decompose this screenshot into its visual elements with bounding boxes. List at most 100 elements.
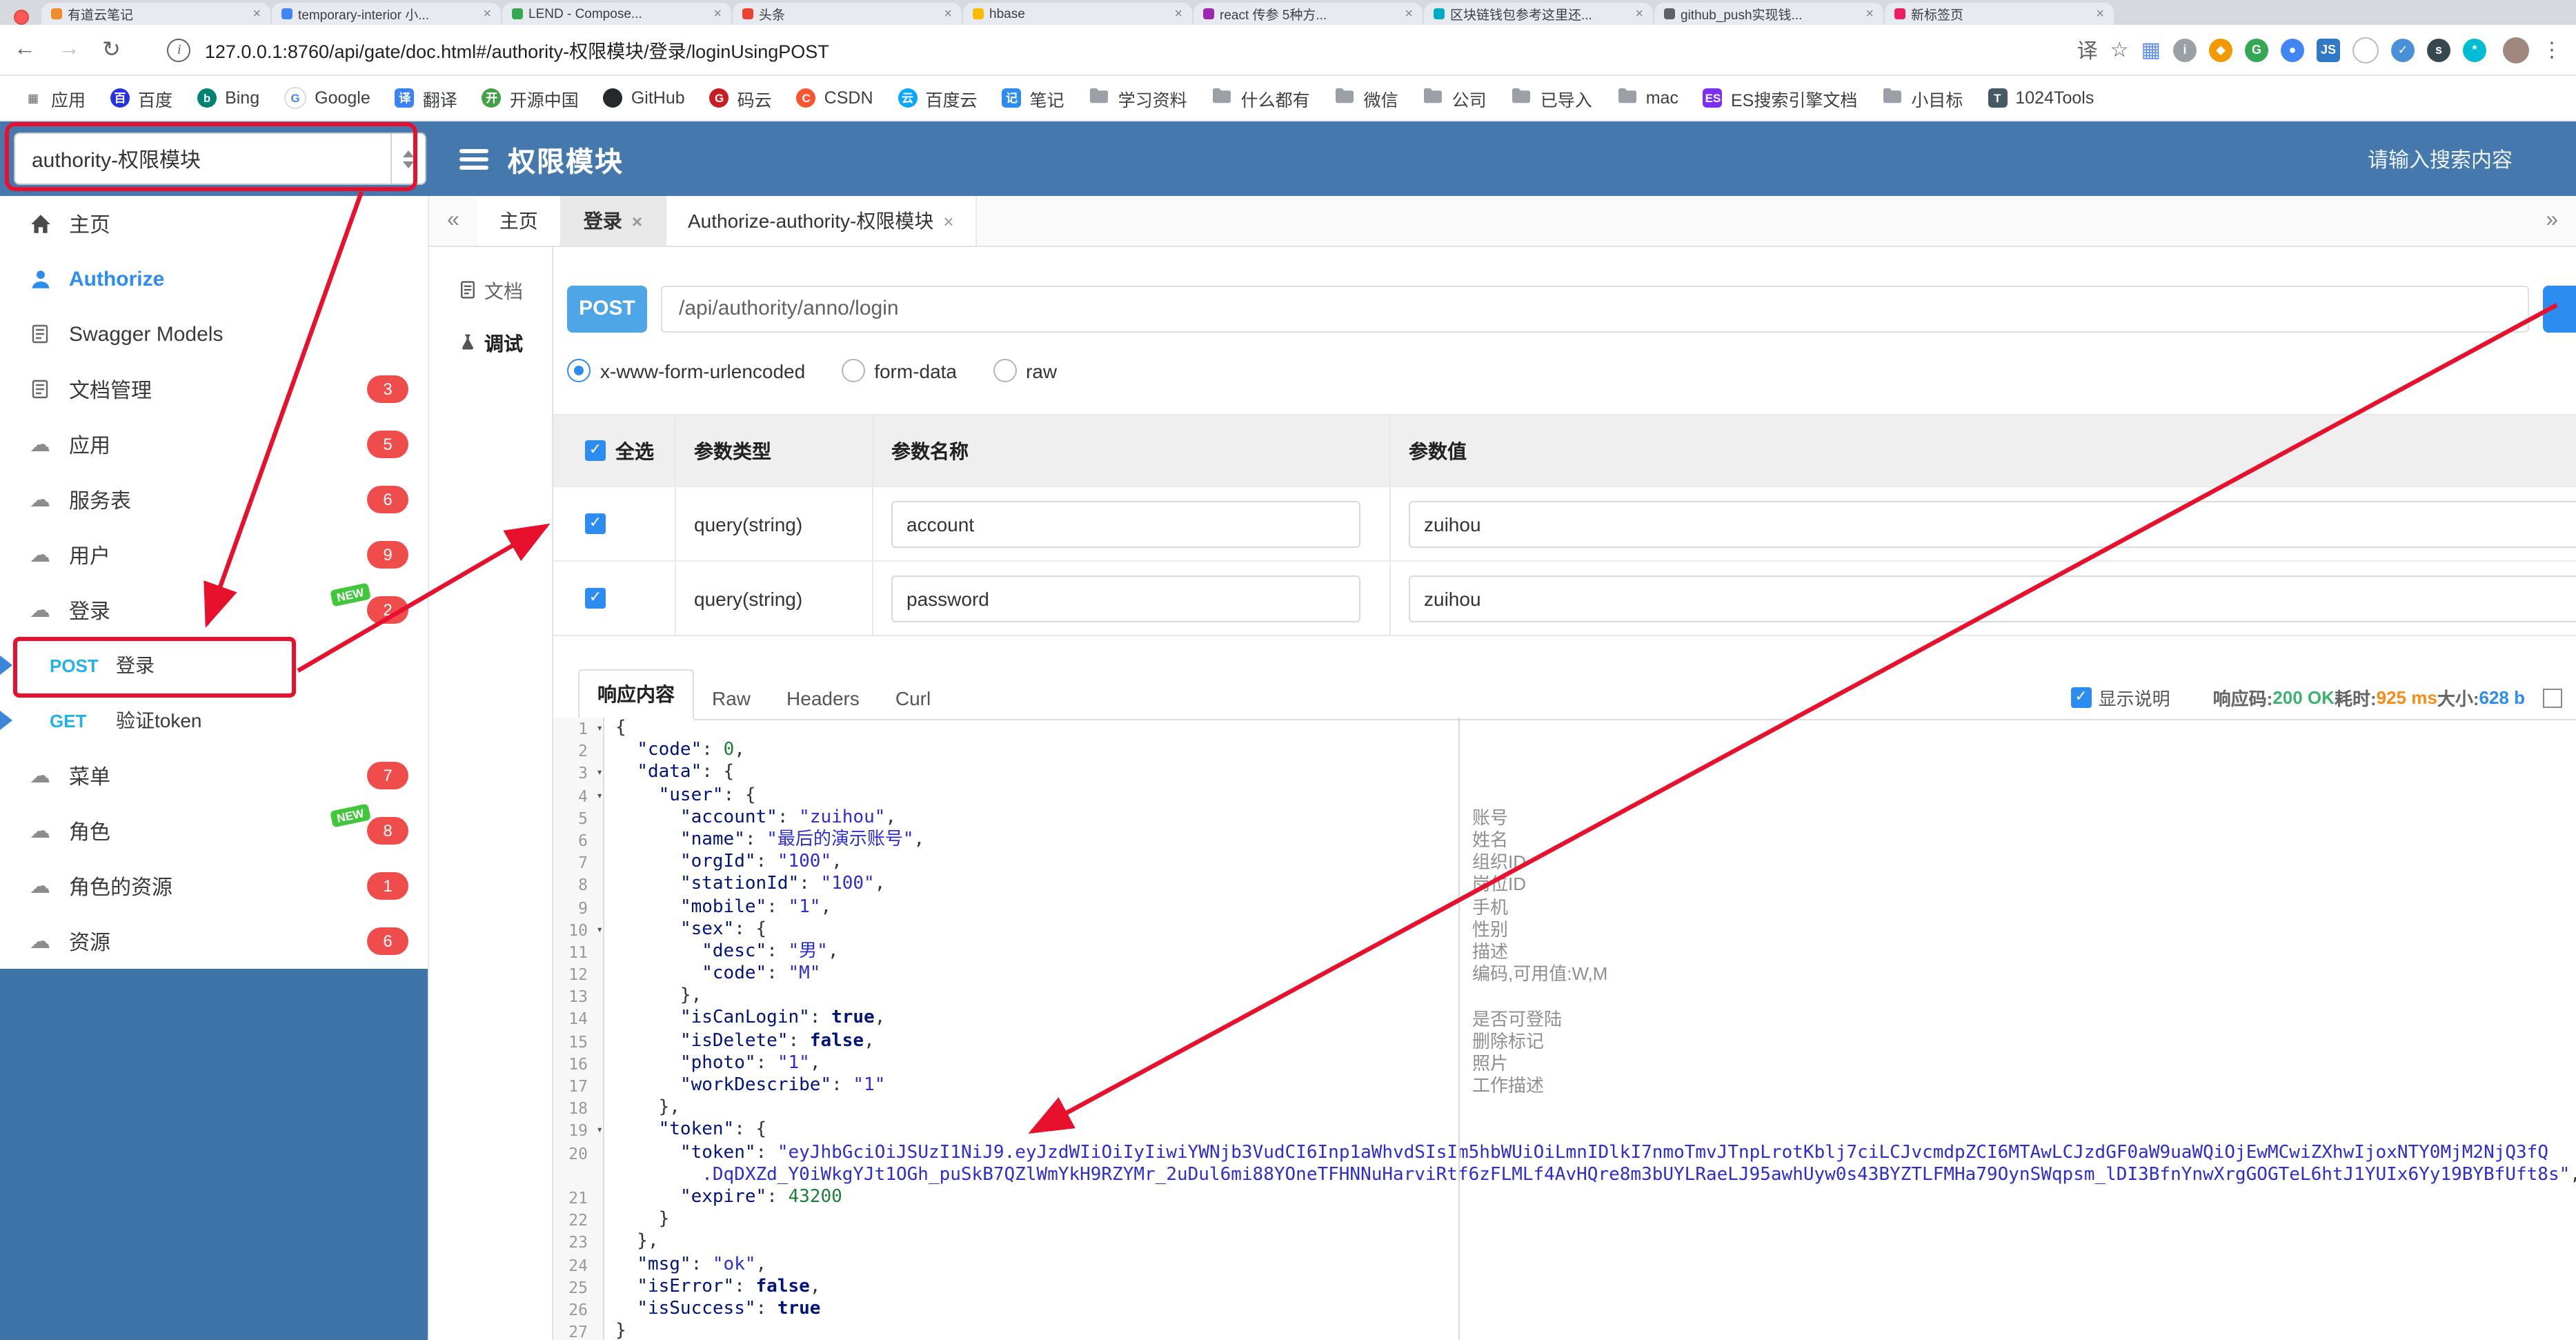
browser-menu-icon[interactable]: ⋮	[2542, 37, 2562, 62]
browser-tab[interactable]: 有道云笔记 ×	[41, 3, 270, 25]
extension-chrome-icon[interactable]: G	[2245, 38, 2268, 61]
fullscreen-icon[interactable]	[2543, 688, 2562, 707]
extension-site-icon[interactable]: s	[2427, 38, 2450, 61]
bookmark-item[interactable]: 开开源中国	[470, 85, 591, 111]
bookmark-item[interactable]: C CSDN	[784, 88, 886, 108]
browser-tab[interactable]: LEND - Compose... ×	[502, 3, 731, 25]
browser-tab[interactable]: 头条 ×	[733, 3, 962, 25]
browser-tab[interactable]: 区块链钱包参考这里还... ×	[1424, 3, 1653, 25]
show-desc-checkbox[interactable]: ✓	[2070, 687, 2092, 708]
browser-tab[interactable]: 新标签页 ×	[1885, 3, 2114, 25]
browser-tab[interactable]: github_push实现钱... ×	[1654, 3, 1883, 25]
bookmark-item[interactable]: 云百度云	[886, 85, 990, 111]
profile-avatar[interactable]	[2503, 37, 2529, 63]
param-name-input[interactable]	[891, 500, 1360, 547]
sidebar-item[interactable]: 文档管理 3	[0, 362, 428, 417]
back-icon[interactable]: ←	[14, 37, 36, 62]
url-text[interactable]: 127.0.0.1:8760/api/gate/doc.html#/author…	[205, 36, 2061, 63]
bookmark-item[interactable]: G 码云	[697, 85, 784, 111]
document-tab[interactable]: Authorize-authority-权限模块 ×	[666, 196, 978, 246]
bookmark-item[interactable]: 微信	[1322, 85, 1411, 111]
bookmark-item[interactable]: 学习资料	[1077, 85, 1200, 111]
browser-tab[interactable]: temporary-interior 小... ×	[272, 3, 501, 25]
fold-caret-icon[interactable]: ▾	[596, 918, 603, 940]
bookmark-item[interactable]: 百百度	[98, 85, 185, 111]
sidebar-item[interactable]: ☁ 菜单 7	[0, 748, 428, 803]
tab-close-icon[interactable]: ×	[252, 6, 261, 21]
browser-tab[interactable]: hbase ×	[963, 3, 1192, 25]
header-search-input[interactable]: 请输入搜索内容	[2368, 144, 2513, 173]
browser-tab[interactable]: react 传参 5种方... ×	[1193, 3, 1423, 25]
bookmark-item[interactable]: b Bing	[185, 88, 272, 108]
star-icon[interactable]: ☆	[2110, 37, 2129, 62]
radio-icon[interactable]	[993, 359, 1017, 382]
bookmark-item[interactable]: 译翻译	[383, 85, 470, 111]
sidebar-item[interactable]: ☁ 角色的资源 1	[0, 858, 428, 914]
tabs-scroll-left-icon[interactable]: «	[429, 196, 477, 246]
endpoint-path-input[interactable]: /api/authority/anno/login	[661, 286, 2529, 333]
response-tab[interactable]: Curl	[878, 678, 949, 719]
extension-js-icon[interactable]: JS	[2317, 38, 2340, 61]
document-tab[interactable]: 登录 ×	[561, 196, 666, 246]
close-icon[interactable]: ×	[943, 210, 953, 231]
translate-icon[interactable]: 译	[2077, 35, 2098, 64]
tabs-scroll-right-icon[interactable]: »	[2528, 196, 2576, 246]
module-select[interactable]: authority-权限模块	[14, 132, 426, 185]
fold-caret-icon[interactable]: ▾	[596, 785, 603, 807]
document-tab[interactable]: 主页	[477, 196, 562, 246]
tab-close-icon[interactable]: ×	[1865, 6, 1874, 21]
sidebar-endpoint-get[interactable]: GET 验证token	[0, 693, 428, 748]
extension-shield-icon[interactable]: ✓	[2391, 38, 2415, 61]
bookmark-item[interactable]: T 1024Tools	[1975, 88, 2106, 108]
send-button[interactable]: 发送	[2543, 286, 2576, 333]
code-area[interactable]: { "code": 0, "data": { "user": { "accoun…	[604, 718, 2576, 1340]
fold-caret-icon[interactable]: ▾	[596, 718, 603, 740]
sidebar-item[interactable]: 主页	[0, 196, 428, 251]
sidebar-item[interactable]: Authorize	[0, 251, 428, 306]
bookmark-item[interactable]: 记笔记	[990, 85, 1077, 111]
row-checkbox[interactable]: ✓	[585, 588, 606, 609]
forward-icon[interactable]: →	[58, 37, 80, 62]
sidebar-item[interactable]: Swagger Models	[0, 306, 428, 362]
extension-ring-icon[interactable]	[2352, 37, 2379, 63]
fold-caret-icon[interactable]: ▾	[596, 1120, 603, 1142]
menu-icon[interactable]	[459, 148, 488, 169]
extension-asterisk-icon[interactable]: *	[2463, 38, 2486, 61]
sidebar-item[interactable]: ☁ 应用 5	[0, 417, 428, 472]
content-type-option[interactable]: x-www-form-urlencoded	[567, 359, 805, 382]
param-name-input[interactable]	[891, 575, 1360, 622]
bookmark-item[interactable]: G Google	[272, 87, 383, 109]
tab-close-icon[interactable]: ×	[483, 6, 491, 21]
page-info-icon[interactable]: i	[167, 38, 191, 61]
bookmark-item[interactable]: GitHub	[591, 88, 697, 108]
fold-caret-icon[interactable]: ▾	[596, 762, 603, 785]
bookmark-item[interactable]: 公司	[1411, 85, 1499, 111]
bookmark-item[interactable]: ▦ 应用	[11, 85, 98, 111]
radio-icon[interactable]	[567, 359, 591, 382]
bookmark-item[interactable]: ES ES搜索引擎文档	[1691, 85, 1870, 111]
close-icon[interactable]: ×	[632, 210, 642, 231]
tab-close-icon[interactable]: ×	[944, 6, 952, 21]
tab-close-icon[interactable]: ×	[1635, 6, 1643, 21]
bookmark-item[interactable]: mac	[1605, 87, 1691, 109]
extension-bolt-icon[interactable]: ◆	[2209, 38, 2232, 61]
content-type-option[interactable]: raw	[993, 359, 1057, 382]
extension-blue-icon[interactable]: ●	[2281, 38, 2304, 61]
tab-close-icon[interactable]: ×	[2096, 6, 2104, 21]
row-checkbox[interactable]: ✓	[585, 513, 606, 534]
extension-info-icon[interactable]: i	[2173, 38, 2197, 61]
param-value-input[interactable]	[1409, 500, 2576, 547]
sidebar-item[interactable]: ☁ 角色 NEW 8	[0, 803, 428, 858]
nav-debug[interactable]: 调试	[429, 317, 552, 370]
sidebar-item[interactable]: ☁ 服务表 6	[0, 472, 428, 527]
tab-close-icon[interactable]: ×	[1174, 6, 1182, 21]
sidebar-item[interactable]: ☁ 资源 6	[0, 914, 428, 969]
response-tab[interactable]: 响应内容	[578, 669, 694, 720]
nav-doc[interactable]: 文档	[429, 265, 552, 317]
window-close-button[interactable]	[14, 10, 29, 25]
bookmark-item[interactable]: 已导入	[1499, 85, 1605, 111]
response-tab[interactable]: Headers	[769, 678, 878, 719]
content-type-option[interactable]: form-data	[841, 359, 957, 382]
reload-icon[interactable]: ↻	[102, 36, 121, 63]
param-value-input[interactable]	[1409, 575, 2576, 622]
